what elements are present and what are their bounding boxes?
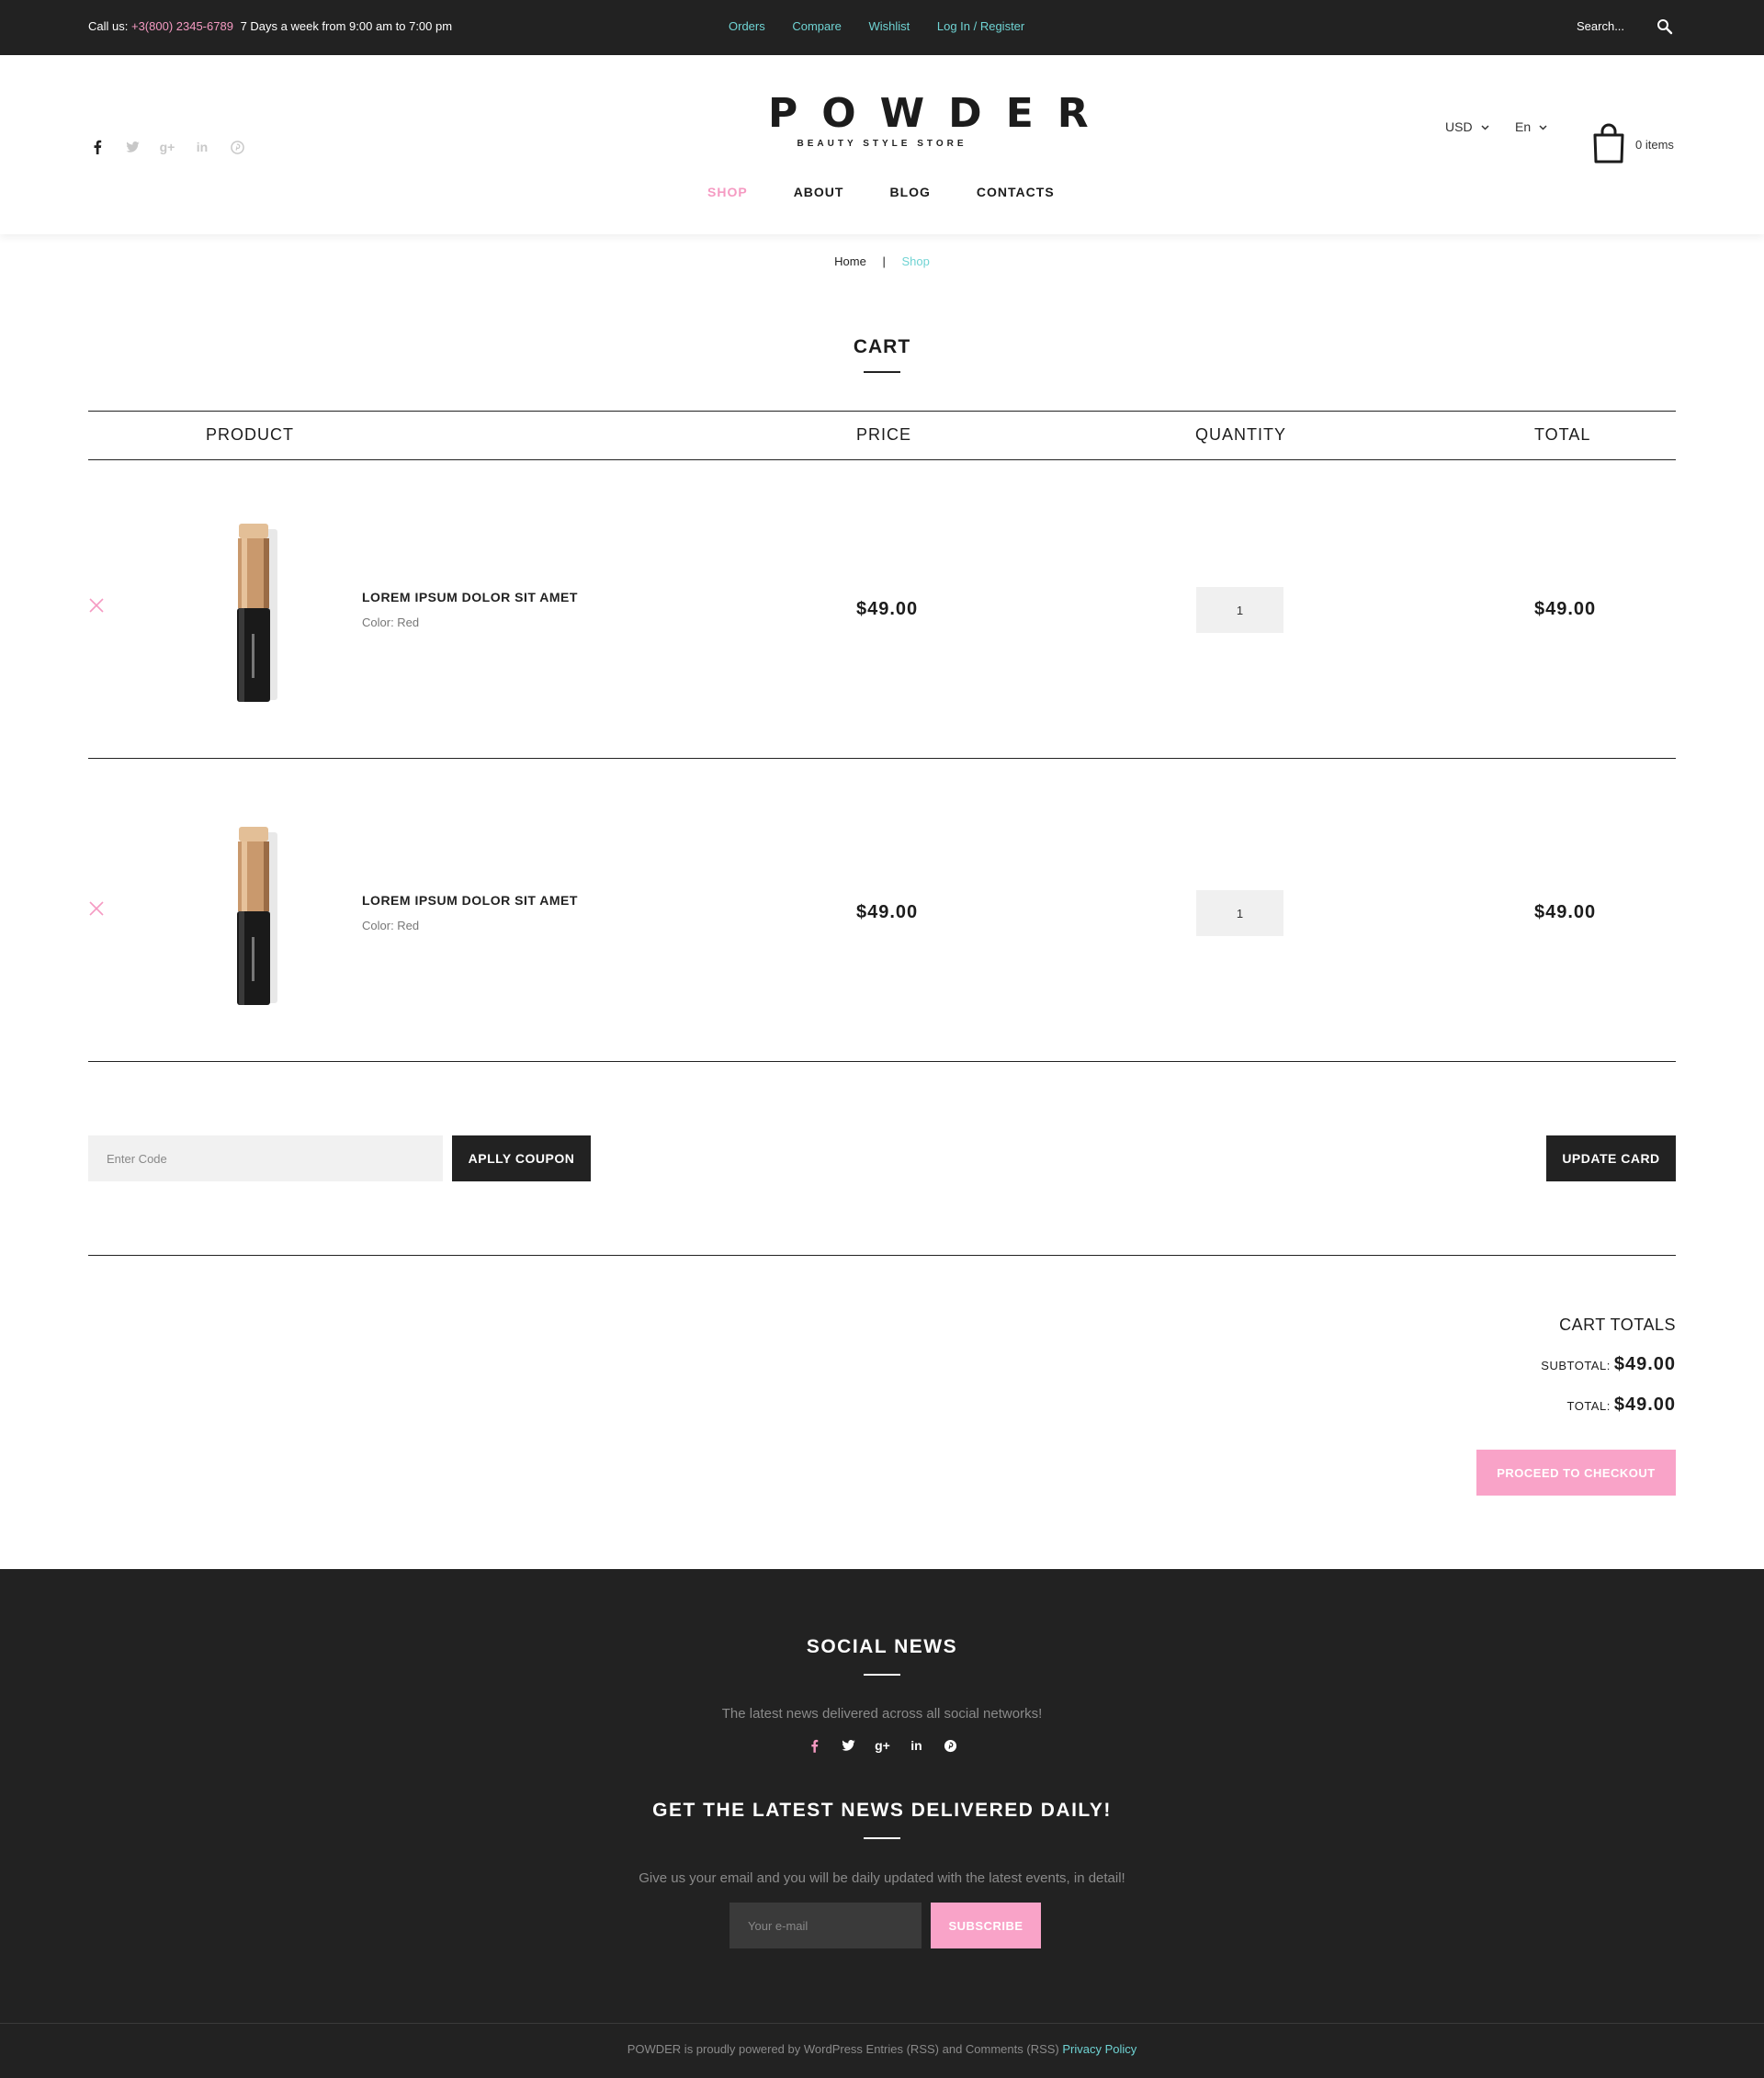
compare-link[interactable]: Compare [792, 19, 841, 33]
newsletter-email-input[interactable] [729, 1903, 922, 1948]
column-header-total: TOTAL [1534, 425, 1591, 444]
logo-tagline: BEAUTY STYLE STORE [797, 139, 967, 149]
call-label: Call us: [88, 19, 129, 33]
copyright: POWDER is proudly powered by WordPress E… [0, 2042, 1764, 2056]
table-row: LOREM IPSUM DOLOR SIT AMET Color: Red $4… [88, 459, 1676, 762]
breadcrumb-separator: | [882, 254, 886, 268]
search-input[interactable]: Search... [1577, 19, 1624, 33]
orders-link[interactable]: Orders [729, 19, 765, 33]
breadcrumb-current: Shop [901, 254, 930, 268]
newsletter-underline [864, 1837, 900, 1839]
main-navigation: SHOP ABOUT BLOG CONTACTS [707, 185, 1101, 199]
product-variant: Color: Red [362, 615, 420, 629]
facebook-icon[interactable] [86, 136, 108, 158]
column-header-product: PRODUCT [206, 425, 294, 444]
remove-item-icon[interactable] [88, 597, 105, 614]
line-total: $49.00 [1534, 599, 1597, 619]
site-header: g+ in POWDER BEAUTY STYLE STORE SHOP ABO… [0, 55, 1764, 234]
account-links: Orders Compare Wishlist Log In / Registe… [729, 19, 1048, 33]
line-total: $49.00 [1534, 902, 1597, 922]
coupon-code-input[interactable] [88, 1135, 443, 1181]
twitter-icon[interactable] [837, 1735, 860, 1756]
facebook-icon[interactable] [803, 1735, 826, 1756]
header-social-links: g+ in [86, 136, 248, 158]
google-plus-icon[interactable]: g+ [871, 1735, 894, 1756]
phone-number[interactable]: +3(800) 2345-6789 [131, 19, 233, 33]
twitter-icon[interactable] [121, 136, 143, 158]
footer-social-links: g+ in [803, 1735, 962, 1756]
social-news-underline [864, 1674, 900, 1676]
language-dropdown[interactable]: En [1515, 119, 1547, 134]
proceed-to-checkout-button[interactable]: PROCEED TO CHECKOUT [1476, 1450, 1676, 1496]
google-plus-icon[interactable]: g+ [156, 136, 178, 158]
shopping-bag-icon[interactable] [1592, 123, 1625, 164]
privacy-policy-link[interactable]: Privacy Policy [1062, 2042, 1136, 2056]
chevron-down-icon [1481, 125, 1489, 130]
search-icon[interactable] [1656, 17, 1674, 36]
cart-totals-title: CART TOTALS [1559, 1316, 1676, 1334]
subtotal-label: SUBTOTAL: [1541, 1359, 1611, 1372]
opening-hours: 7 Days a week from 9:00 am to 7:00 pm [240, 19, 453, 33]
product-price: $49.00 [856, 902, 919, 922]
nav-item-shop[interactable]: SHOP [707, 185, 748, 199]
product-price: $49.00 [856, 599, 919, 619]
nav-item-blog[interactable]: BLOG [889, 185, 930, 199]
product-image[interactable] [213, 520, 305, 704]
top-bar: Call us: +3(800) 2345-6789 7 Days a week… [0, 0, 1764, 55]
social-news-title: SOCIAL NEWS [806, 1636, 958, 1657]
social-news-text: The latest news delivered across all soc… [721, 1706, 1043, 1722]
page-title: CART [853, 336, 911, 357]
footer-divider [0, 2023, 1764, 2024]
subscribe-button[interactable]: SUBSCRIBE [931, 1903, 1041, 1948]
nav-item-about[interactable]: ABOUT [794, 185, 844, 199]
row-divider [88, 1061, 1676, 1062]
row-divider [88, 758, 1676, 759]
breadcrumb-home[interactable]: Home [834, 254, 866, 268]
cart-count[interactable]: 0 items [1635, 138, 1674, 152]
remove-item-icon[interactable] [88, 900, 105, 917]
login-register-link[interactable]: Log In / Register [937, 19, 1024, 33]
pinterest-icon[interactable] [226, 136, 248, 158]
contact-info: Call us: +3(800) 2345-6789 7 Days a week… [88, 19, 452, 33]
search-box[interactable]: Search... [1577, 17, 1678, 38]
total-line: TOTAL: $49.00 [1567, 1395, 1676, 1416]
nav-item-contacts[interactable]: CONTACTS [977, 185, 1055, 199]
update-cart-button[interactable]: UPDATE CARD [1546, 1135, 1676, 1181]
product-variant: Color: Red [362, 919, 420, 932]
column-header-quantity: QUANTITY [1195, 425, 1287, 444]
site-logo[interactable]: POWDER BEAUTY STYLE STORE [744, 90, 1113, 149]
total-label: TOTAL: [1566, 1399, 1611, 1413]
copyright-text: POWDER is proudly powered by WordPress E… [627, 2042, 1059, 2056]
chevron-down-icon [1539, 125, 1547, 130]
pinterest-icon[interactable] [939, 1735, 962, 1756]
logo-wordmark: POWDER [768, 90, 1113, 137]
apply-coupon-button[interactable]: APLLY COUPON [452, 1135, 591, 1181]
column-header-price: PRICE [856, 425, 912, 444]
currency-value: USD [1445, 119, 1473, 134]
language-value: En [1515, 119, 1532, 134]
subtotal-line: SUBTOTAL: $49.00 [1541, 1354, 1676, 1375]
quantity-input[interactable] [1196, 890, 1283, 936]
newsletter-text: Give us your email and you will be daily… [639, 1870, 1125, 1886]
linkedin-icon[interactable]: in [905, 1735, 928, 1756]
table-row: LOREM IPSUM DOLOR SIT AMET Color: Red $4… [88, 762, 1676, 1066]
wishlist-link[interactable]: Wishlist [868, 19, 910, 33]
currency-dropdown[interactable]: USD [1445, 119, 1489, 134]
product-name[interactable]: LOREM IPSUM DOLOR SIT AMET [362, 590, 578, 604]
product-name[interactable]: LOREM IPSUM DOLOR SIT AMET [362, 893, 578, 908]
section-divider [88, 1255, 1676, 1256]
breadcrumb: Home | Shop [0, 254, 1764, 268]
table-header-top-border [88, 411, 1676, 412]
total-value: $49.00 [1613, 1395, 1676, 1415]
linkedin-icon[interactable]: in [191, 136, 213, 158]
newsletter-title: GET THE LATEST NEWS DELIVERED DAILY! [652, 1800, 1112, 1821]
product-image[interactable] [213, 823, 305, 1007]
title-underline [864, 371, 900, 373]
subtotal-value: $49.00 [1613, 1354, 1676, 1374]
quantity-input[interactable] [1196, 587, 1283, 633]
